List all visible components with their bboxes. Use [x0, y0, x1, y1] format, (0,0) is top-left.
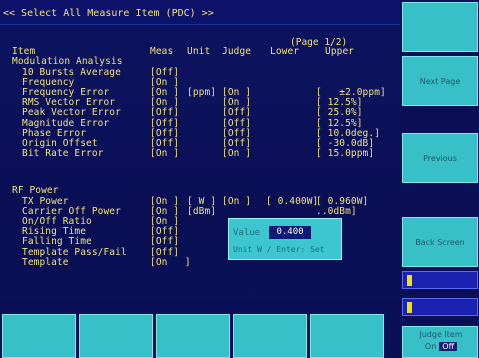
screen: << Select All Measure Item (PDC) >> (Pag… [0, 0, 479, 358]
col-header-judge: Judge [222, 46, 252, 57]
cell-judge[interactable]: [On ] [222, 149, 251, 159]
cell-unit[interactable]: [dBm] [187, 206, 216, 217]
indicator-mark-2 [407, 302, 412, 313]
popup-hint: Unit W / Enter: Set [233, 245, 325, 254]
onoff-options: On Off [403, 342, 479, 351]
function-key-3[interactable] [156, 314, 230, 358]
cell-meas[interactable]: [Off] [150, 237, 179, 247]
bottom-function-keys [0, 300, 400, 358]
onoff-on[interactable]: On [425, 342, 436, 351]
cell-meas[interactable]: [Off] [150, 247, 179, 258]
judge-onoff-toggle[interactable]: Judge Item On Off [402, 326, 478, 358]
cell-item: Template Pass/Fail [22, 246, 127, 258]
cell-meas[interactable]: [On ] [150, 149, 179, 159]
onoff-off[interactable]: Off [439, 342, 458, 351]
col-header-upper: Upper [325, 46, 355, 57]
cell-upper[interactable]: [ 12.5%] [316, 118, 363, 129]
softkey-3-label: Previous [423, 153, 457, 163]
value-entry-popup[interactable]: Value 0.400 Unit W / Enter: Set [228, 218, 342, 260]
cell-unit[interactable]: [ppm] [187, 87, 216, 98]
cell-meas[interactable]: [On ] [150, 257, 191, 268]
window-title: << Select All Measure Item (PDC) >> [3, 8, 214, 19]
softkey-1[interactable] [402, 2, 478, 52]
cell-item: Falling Time [22, 236, 92, 248]
popup-label: Value [233, 228, 261, 238]
col-header-meas: Meas [150, 46, 174, 57]
cell-item: Template [22, 256, 69, 268]
cell-item: 10 Bursts Average [22, 66, 121, 78]
cell-judge[interactable]: [On ] [222, 196, 251, 207]
cell-upper[interactable]: [ 0.960W] [316, 196, 368, 207]
cell-upper[interactable]: ..0dBm] [316, 206, 357, 217]
function-key-4[interactable] [233, 314, 307, 358]
onoff-label: Judge Item [419, 330, 463, 339]
cell-item: Magnitude Error [22, 117, 110, 129]
softkey-back-screen-label: Back Screen [415, 237, 465, 247]
softkey-next-page[interactable]: Next Page [402, 56, 478, 106]
cell-meas[interactable]: [Off] [150, 118, 179, 129]
cell-item: TX Power [22, 195, 69, 207]
cell-judge[interactable]: [Off] [222, 108, 251, 118]
cell-lower[interactable]: [ 0.400W] [266, 196, 318, 207]
function-key-5[interactable] [310, 314, 384, 358]
softkey-indicator-2 [402, 298, 478, 316]
col-header-lower: Lower [270, 46, 300, 57]
indicator-mark-1 [407, 275, 412, 286]
col-header-unit: Unit [187, 46, 211, 57]
cell-meas[interactable]: [Off] [150, 108, 179, 118]
cell-item: Peak Vector Error [22, 107, 121, 119]
title-bar: << Select All Measure Item (PDC) >> [0, 0, 400, 25]
cell-judge[interactable]: [Off] [222, 118, 251, 129]
softkey-indicator-1 [402, 271, 478, 289]
function-key-1[interactable] [2, 314, 76, 358]
section-heading-modulation: Modulation Analysis [12, 56, 123, 67]
soft-key-column: Next Page Previous Back Screen Judge Ite… [400, 0, 479, 358]
softkey-next-page-label: Next Page [419, 76, 461, 86]
softkey-back-screen[interactable]: Back Screen [402, 217, 478, 267]
softkey-3[interactable]: Previous [402, 133, 478, 183]
cell-upper[interactable]: [ 15.0ppm] [316, 149, 374, 159]
cell-item: Bit Rate Error [22, 148, 104, 160]
popup-value-field[interactable]: 0.400 [269, 226, 311, 239]
function-key-2[interactable] [79, 314, 153, 358]
cell-upper[interactable]: [ 25.0%] [316, 108, 363, 118]
section-heading-rf-power: RF Power [12, 185, 59, 196]
cell-unit[interactable]: [ W ] [187, 196, 216, 207]
cell-meas[interactable]: [On ] [150, 196, 179, 207]
cell-meas[interactable]: [Off] [150, 67, 179, 78]
